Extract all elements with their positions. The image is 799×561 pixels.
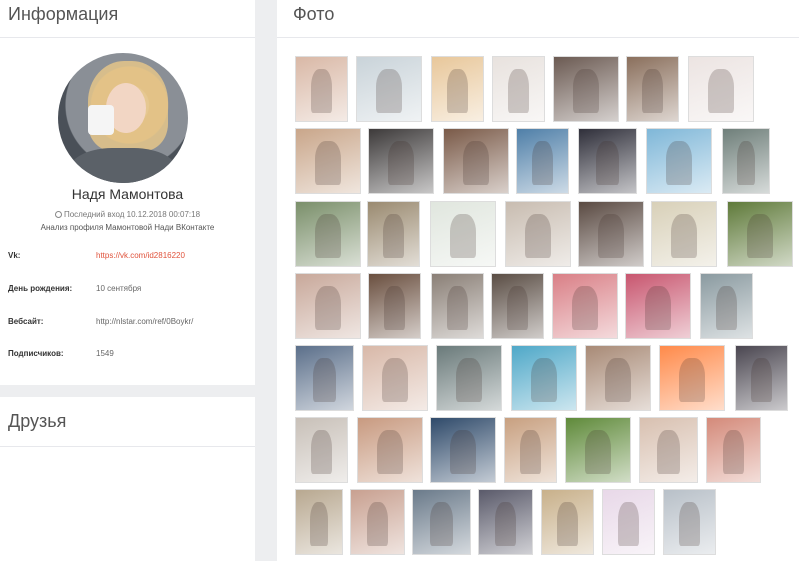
- photo-thumbnail[interactable]: [350, 489, 405, 555]
- photo-thumbnail[interactable]: [585, 345, 651, 411]
- info-panel-header: Информация: [0, 0, 255, 38]
- photo-thumbnail[interactable]: [565, 417, 631, 483]
- photo-thumbnail[interactable]: [431, 273, 484, 339]
- photo-thumbnail[interactable]: [295, 345, 354, 411]
- photo-thumbnail[interactable]: [436, 345, 502, 411]
- last-seen-text: Последний вход 10.12.2018 00:07:18: [63, 210, 201, 219]
- photo-thumbnail[interactable]: [646, 128, 712, 194]
- photo-thumbnail[interactable]: [295, 273, 361, 339]
- info-row-website: Вебсайт: http://nlstar.com/ref/0Boykr/: [8, 317, 248, 326]
- photo-thumbnail[interactable]: [491, 273, 544, 339]
- info-value: 10 сентября: [96, 284, 142, 293]
- photo-thumbnail[interactable]: [602, 489, 655, 555]
- photo-thumbnail[interactable]: [362, 345, 428, 411]
- photo-thumbnail[interactable]: [431, 56, 484, 122]
- photo-thumbnail[interactable]: [478, 489, 533, 555]
- photo-thumbnail[interactable]: [727, 201, 793, 267]
- photo-thumbnail[interactable]: [663, 489, 716, 555]
- info-value: 1549: [96, 349, 114, 358]
- info-panel: Информация Надя Мамонтова Последний вход…: [0, 0, 255, 385]
- info-label: Вебсайт:: [8, 317, 44, 326]
- photos-panel-title: Фото: [293, 4, 335, 24]
- photos-panel-header: Фото: [277, 0, 799, 38]
- friends-panel-title: Друзья: [8, 411, 67, 431]
- photo-thumbnail[interactable]: [492, 56, 545, 122]
- photo-thumbnail[interactable]: [552, 273, 618, 339]
- photo-thumbnail[interactable]: [700, 273, 753, 339]
- photo-thumbnail[interactable]: [504, 417, 557, 483]
- avatar[interactable]: [58, 53, 188, 183]
- photo-thumbnail[interactable]: [625, 273, 691, 339]
- photo-thumbnail[interactable]: [578, 201, 644, 267]
- photo-thumbnail[interactable]: [430, 417, 496, 483]
- photo-thumbnail[interactable]: [367, 201, 420, 267]
- photo-thumbnail[interactable]: [295, 489, 343, 555]
- photo-thumbnail[interactable]: [688, 56, 754, 122]
- photo-thumbnail[interactable]: [553, 56, 619, 122]
- photo-thumbnail[interactable]: [659, 345, 725, 411]
- info-panel-title: Информация: [8, 4, 119, 24]
- photo-thumbnail[interactable]: [412, 489, 471, 555]
- photo-thumbnail[interactable]: [295, 128, 361, 194]
- info-label: Vk:: [8, 251, 21, 260]
- info-row-vk: Vk: https://vk.com/id2816220: [8, 251, 248, 260]
- website-link[interactable]: http://nlstar.com/ref/0Boykr/: [96, 317, 193, 326]
- photo-thumbnail[interactable]: [368, 273, 421, 339]
- photo-thumbnail[interactable]: [735, 345, 788, 411]
- photo-thumbnail[interactable]: [651, 201, 717, 267]
- vk-link[interactable]: https://vk.com/id2816220: [96, 251, 185, 260]
- photo-thumbnail[interactable]: [706, 417, 761, 483]
- photo-thumbnail[interactable]: [516, 128, 569, 194]
- info-row-followers: Подписчиков: 1549: [8, 349, 248, 358]
- photo-thumbnail[interactable]: [430, 201, 496, 267]
- photo-thumbnail[interactable]: [505, 201, 571, 267]
- info-label: День рождения:: [8, 284, 73, 293]
- photo-thumbnail[interactable]: [541, 489, 594, 555]
- photo-thumbnail[interactable]: [639, 417, 698, 483]
- photo-thumbnail[interactable]: [295, 417, 348, 483]
- photo-thumbnail[interactable]: [511, 345, 577, 411]
- photo-thumbnail[interactable]: [578, 128, 637, 194]
- profile-analysis-caption: Анализ профиля Мамонтовой Нади ВКонтакте: [40, 223, 215, 232]
- photo-thumbnail[interactable]: [357, 417, 423, 483]
- photo-thumbnail[interactable]: [368, 128, 434, 194]
- info-row-birthday: День рождения: 10 сентября: [8, 284, 248, 293]
- photo-thumbnail[interactable]: [295, 56, 348, 122]
- photo-thumbnail[interactable]: [356, 56, 422, 122]
- photo-thumbnail[interactable]: [443, 128, 509, 194]
- photo-thumbnail[interactable]: [722, 128, 770, 194]
- profile-name: Надя Мамонтова: [71, 186, 184, 202]
- friends-panel: Друзья: [0, 397, 255, 561]
- last-seen: Последний вход 10.12.2018 00:07:18: [0, 210, 255, 219]
- friends-panel-header: Друзья: [0, 397, 255, 447]
- photo-thumbnail[interactable]: [295, 201, 361, 267]
- photo-thumbnail[interactable]: [626, 56, 679, 122]
- clock-icon: [54, 211, 62, 218]
- info-label: Подписчиков:: [8, 349, 64, 358]
